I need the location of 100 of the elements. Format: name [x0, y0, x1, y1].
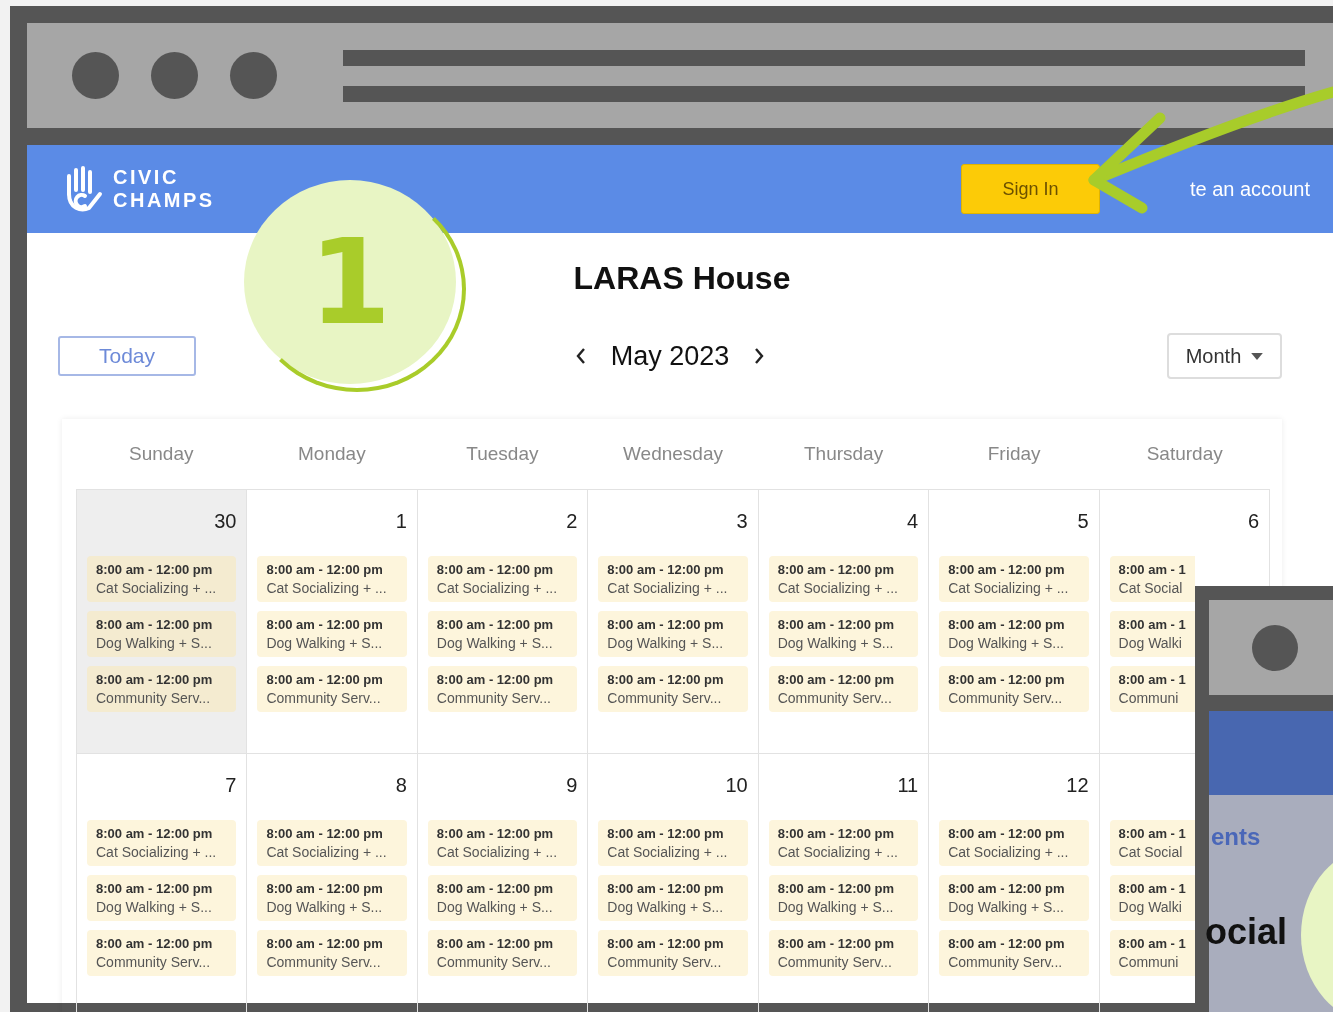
event-title: Cat Socializing + ... [607, 844, 729, 860]
page-title: LARAS House [572, 260, 792, 297]
event-title: Cat Socializing + ... [948, 580, 1070, 596]
event-title: Community Serv... [948, 690, 1064, 706]
event-chip[interactable]: 8:00 am - 12:00 pm Dog Walking + S... [427, 875, 578, 921]
event-title: Dog Walki [1118, 635, 1183, 651]
event-time: 8:00 am - 12:00 pm [436, 936, 555, 951]
chevron-right-icon[interactable] [753, 346, 766, 366]
event-time: 8:00 am - 1 [1118, 826, 1186, 841]
event-title: Dog Walking + S... [266, 899, 384, 915]
event-chip[interactable]: 8:00 am - 1 Communi [1109, 930, 1195, 976]
event-chip[interactable]: 8:00 am - 12:00 pm Dog Walking + S... [939, 611, 1089, 657]
event-title: Dog Walking + S... [948, 899, 1065, 915]
event-chip[interactable]: 8:00 am - 12:00 pm Community Serv... [939, 930, 1089, 976]
event-chip[interactable]: 8:00 am - 1 Communi [1109, 666, 1195, 712]
window-dot-icon [1252, 624, 1298, 671]
event-chip[interactable]: 8:00 am - 1 Cat Social [1109, 820, 1195, 866]
event-chip[interactable]: 8:00 am - 12:00 pm Dog Walking + S... [768, 875, 919, 921]
day-number: 30 [214, 510, 237, 533]
day-number: 4 [907, 510, 919, 533]
event-chip[interactable]: 8:00 am - 12:00 pm Community Serv... [598, 666, 748, 712]
logo-text: CHAMPS [113, 189, 215, 212]
day-number: 1 [395, 510, 407, 533]
event-title: Communi [1118, 954, 1180, 970]
event-time: 8:00 am - 12:00 pm [607, 826, 725, 841]
event-chip[interactable]: 8:00 am - 12:00 pm Community Serv... [87, 666, 237, 712]
event-chip[interactable]: 8:00 am - 12:00 pm Community Serv... [427, 930, 578, 976]
event-time: 8:00 am - 12:00 pm [436, 672, 555, 687]
event-chip[interactable]: 8:00 am - 12:00 pm Community Serv... [768, 666, 919, 712]
view-select[interactable]: Month [1167, 333, 1282, 379]
event-title: Community Serv... [266, 954, 382, 970]
day-number: 6 [1247, 510, 1259, 533]
event-chip[interactable]: 8:00 am - 12:00 pm Dog Walking + S... [87, 875, 237, 921]
event-title: Community Serv... [96, 690, 212, 706]
event-chip[interactable]: 8:00 am - 12:00 pm Community Serv... [87, 930, 237, 976]
event-time: 8:00 am - 12:00 pm [777, 881, 896, 896]
window-dot-icon [72, 52, 119, 99]
event-chip[interactable]: 8:00 am - 12:00 pm Cat Socializing + ... [598, 556, 748, 602]
event-chip[interactable]: 8:00 am - 12:00 pm Dog Walking + S... [768, 611, 919, 657]
event-time: 8:00 am - 12:00 pm [948, 617, 1066, 632]
event-chip[interactable]: 8:00 am - 12:00 pm Dog Walking + S... [257, 875, 407, 921]
event-title: Cat Socializing + ... [266, 580, 388, 596]
event-chip[interactable]: 8:00 am - 12:00 pm Community Serv... [598, 930, 748, 976]
window-dot-icon [151, 52, 198, 99]
event-title: Community Serv... [607, 954, 723, 970]
event-chip[interactable]: 8:00 am - 12:00 pm Community Serv... [939, 666, 1089, 712]
event-title: Dog Walking + S... [96, 899, 213, 915]
event-chip[interactable]: 8:00 am - 12:00 pm Dog Walking + S... [939, 875, 1089, 921]
weekday-label: Sunday [128, 443, 195, 465]
event-chip[interactable]: 8:00 am - 12:00 pm Community Serv... [257, 930, 407, 976]
event-chip[interactable]: 8:00 am - 12:00 pm Cat Socializing + ... [427, 820, 578, 866]
event-time: 8:00 am - 12:00 pm [96, 881, 214, 896]
event-title: Community Serv... [266, 690, 382, 706]
event-chip[interactable]: 8:00 am - 12:00 pm Dog Walking + S... [257, 611, 407, 657]
chevron-left-icon[interactable] [574, 346, 587, 366]
address-bar-lines-icon [343, 49, 1305, 102]
sign-in-button[interactable]: Sign In [960, 164, 1100, 214]
day-number: 12 [1066, 774, 1089, 797]
event-chip[interactable]: 8:00 am - 12:00 pm Community Serv... [427, 666, 578, 712]
weekday-label: Thursday [802, 443, 885, 465]
event-chip[interactable]: 8:00 am - 12:00 pm Cat Socializing + ... [257, 820, 407, 866]
event-time: 8:00 am - 12:00 pm [607, 562, 725, 577]
event-time: 8:00 am - 12:00 pm [607, 672, 725, 687]
event-time: 8:00 am - 1 [1118, 617, 1186, 632]
event-time: 8:00 am - 12:00 pm [948, 562, 1066, 577]
event-title: Dog Walking + S... [777, 899, 895, 915]
day-number: 2 [566, 510, 578, 533]
day-number: 7 [225, 774, 237, 797]
event-title: Dog Walking + S... [607, 635, 725, 651]
event-chip[interactable]: 8:00 am - 12:00 pm Cat Socializing + ... [87, 820, 237, 866]
caret-icon [1251, 352, 1264, 360]
weekday-label: Saturday [1145, 443, 1224, 465]
event-title: Dog Walking + S... [777, 635, 895, 651]
event-chip[interactable]: 8:00 am - 12:00 pm Dog Walking + S... [427, 611, 578, 657]
event-chip[interactable]: 8:00 am - 12:00 pm Cat Socializing + ... [939, 556, 1089, 602]
event-time: 8:00 am - 12:00 pm [948, 881, 1066, 896]
event-chip[interactable]: 8:00 am - 1 Dog Walki [1109, 875, 1195, 921]
event-chip[interactable]: 8:00 am - 12:00 pm Community Serv... [257, 666, 407, 712]
event-chip[interactable]: 8:00 am - 12:00 pm Cat Socializing + ... [598, 820, 748, 866]
event-chip[interactable]: 8:00 am - 12:00 pm Cat Socializing + ... [939, 820, 1089, 866]
event-chip[interactable]: 8:00 am - 12:00 pm Cat Socializing + ... [768, 820, 919, 866]
event-chip[interactable]: 8:00 am - 12:00 pm Community Serv... [768, 930, 919, 976]
event-title: Cat Socializing + ... [436, 844, 559, 860]
event-chip[interactable]: 8:00 am - 1 Dog Walki [1109, 611, 1195, 657]
event-chip[interactable]: 8:00 am - 1 Cat Social [1109, 556, 1195, 602]
event-time: 8:00 am - 12:00 pm [607, 617, 725, 632]
event-time: 8:00 am - 12:00 pm [436, 617, 555, 632]
event-title: Community Serv... [777, 690, 893, 706]
event-time: 8:00 am - 1 [1118, 672, 1186, 687]
event-chip[interactable]: 8:00 am - 12:00 pm Cat Socializing + ... [87, 556, 237, 602]
event-time: 8:00 am - 12:00 pm [266, 562, 384, 577]
event-chip[interactable]: 8:00 am - 12:00 pm Cat Socializing + ... [768, 556, 919, 602]
event-chip[interactable]: 8:00 am - 12:00 pm Dog Walking + S... [598, 875, 748, 921]
event-title: Cat Socializing + ... [777, 580, 899, 596]
event-chip[interactable]: 8:00 am - 12:00 pm Cat Socializing + ... [427, 556, 578, 602]
event-chip[interactable]: 8:00 am - 12:00 pm Dog Walking + S... [87, 611, 237, 657]
event-title: Cat Social [1118, 580, 1184, 596]
event-chip[interactable]: 8:00 am - 12:00 pm Cat Socializing + ... [257, 556, 407, 602]
day-number: 3 [736, 510, 748, 533]
event-chip[interactable]: 8:00 am - 12:00 pm Dog Walking + S... [598, 611, 748, 657]
